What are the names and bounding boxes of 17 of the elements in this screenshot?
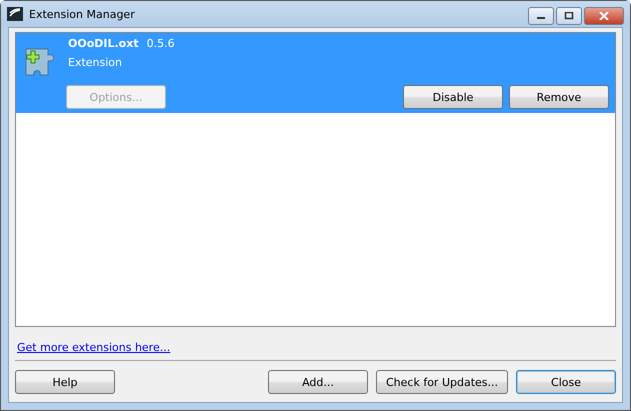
- maximize-button[interactable]: [556, 7, 582, 25]
- dialog-button[interactable]: Help: [15, 370, 115, 394]
- get-extensions-link[interactable]: Get more extensions here...: [17, 341, 170, 354]
- dialog-button[interactable]: Add...: [268, 370, 368, 394]
- close-button[interactable]: [584, 7, 624, 25]
- extension-name: OOoDIL.oxt: [68, 37, 139, 50]
- app-icon: [7, 6, 23, 22]
- dialog-button[interactable]: Check for Updates...: [376, 370, 508, 394]
- action-button[interactable]: Disable: [403, 85, 503, 109]
- close-icon: [599, 12, 609, 20]
- maximize-icon: [564, 12, 574, 20]
- minimize-button[interactable]: [528, 7, 554, 25]
- dialog-button[interactable]: Close: [516, 370, 616, 394]
- action-button[interactable]: Remove: [509, 85, 609, 109]
- extension-type: Extension: [68, 56, 124, 69]
- window-title: Extension Manager: [29, 8, 135, 20]
- extension-version: 0.5.6: [146, 37, 175, 50]
